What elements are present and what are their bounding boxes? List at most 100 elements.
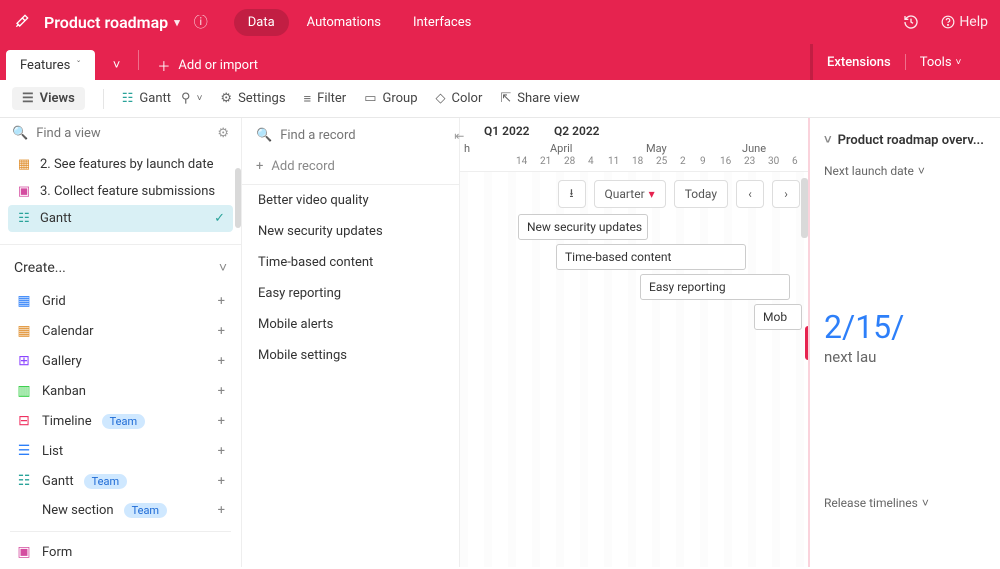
panel-resize-handle[interactable]: [805, 326, 810, 360]
create-section-header[interactable]: Create... ˅: [0, 244, 241, 284]
day-label: 18: [632, 156, 643, 167]
chevron-down-icon: ˅: [918, 164, 925, 178]
gantt-timeline-header: Q1 2022 Q2 2022 h April May June 14 21 2…: [460, 118, 808, 172]
nav-automations[interactable]: Automations: [293, 9, 395, 36]
download-icon: ⭳: [569, 184, 573, 205]
nav-interfaces[interactable]: Interfaces: [399, 9, 485, 36]
history-icon[interactable]: [903, 14, 919, 30]
share-view-button[interactable]: ⇱ Share view: [500, 91, 579, 106]
gantt-icon: ☷: [16, 473, 32, 489]
record-item[interactable]: Easy reporting: [242, 278, 459, 309]
day-label: 25: [656, 156, 667, 167]
day-label: 6: [792, 156, 798, 167]
view-name: Gantt: [139, 91, 171, 106]
create-section[interactable]: New sectionTeam+: [10, 496, 231, 525]
main-area: 🔍 ⚙ ▦ 2. See features by launch date ▣ 3…: [0, 118, 1000, 567]
extensions-header: Extensions Tools ˅: [810, 44, 1000, 80]
chevron-down-icon: ˅: [956, 57, 962, 68]
create-gantt[interactable]: ☷GanttTeam+: [10, 466, 231, 496]
gear-icon[interactable]: ⚙: [217, 126, 229, 141]
create-item-label: List: [42, 444, 63, 459]
gantt-bar[interactable]: Easy reporting: [640, 274, 790, 300]
group-button[interactable]: ▭ Group: [364, 91, 417, 106]
day-label: 14: [516, 156, 527, 167]
chevron-down-icon: ▾: [649, 187, 655, 201]
create-timeline[interactable]: ⊟TimelineTeam+: [10, 406, 231, 436]
create-item-label: Gallery: [42, 354, 82, 369]
team-badge: Team: [102, 414, 146, 429]
info-icon[interactable]: ⓘ: [194, 12, 208, 32]
color-button[interactable]: ◇ Color: [436, 91, 483, 106]
menu-icon: ☰: [22, 91, 34, 106]
settings-label: Settings: [238, 91, 285, 106]
create-grid[interactable]: ▦Grid+: [10, 286, 231, 316]
create-label: Create...: [14, 260, 66, 276]
add-record-button[interactable]: + Add record: [242, 153, 459, 185]
record-list: 🔍 ⇤ + Add record Better video quality Ne…: [242, 118, 460, 567]
views-toggle[interactable]: ☰ Views: [12, 87, 85, 110]
color-icon: ◇: [436, 91, 446, 106]
gantt-body[interactable]: ⭳ Quarter▾ Today ‹ › New security update…: [460, 172, 808, 567]
create-item-label: Calendar: [42, 324, 94, 339]
record-search-input[interactable]: [280, 128, 446, 143]
app-header: Product roadmap ▾ ⓘ Data Automations Int…: [0, 0, 1000, 44]
add-table-button[interactable]: ＋ Add or import: [147, 50, 268, 80]
tab-features[interactable]: Features ˇ: [6, 50, 95, 80]
gear-icon: ⚙: [220, 91, 232, 106]
month-label: April: [550, 142, 572, 155]
record-item[interactable]: Better video quality: [242, 185, 459, 216]
views-label: Views: [40, 91, 75, 106]
next-launch-section[interactable]: Next launch date ˅: [824, 160, 986, 188]
scrollbar[interactable]: [235, 168, 241, 228]
record-item[interactable]: Time-based content: [242, 247, 459, 278]
scrollbar[interactable]: [801, 178, 808, 238]
day-label: 4: [588, 156, 594, 167]
chevron-down-icon: ˅: [197, 93, 203, 104]
gantt-icon: ☷: [122, 91, 134, 106]
record-item[interactable]: New security updates: [242, 216, 459, 247]
view-list: ▦ 2. See features by launch date ▣ 3. Co…: [0, 149, 241, 238]
extensions-tab[interactable]: Extensions: [827, 55, 891, 70]
view-switcher[interactable]: ☷ Gantt ⚲ ˅: [122, 91, 203, 106]
today-button[interactable]: Today: [674, 180, 728, 208]
nav-data[interactable]: Data: [234, 9, 289, 36]
tab-menu-button[interactable]: ˅: [103, 50, 131, 80]
tools-menu[interactable]: Tools ˅: [920, 55, 962, 70]
create-list[interactable]: ☰List+: [10, 436, 231, 466]
create-calendar[interactable]: ▦Calendar+: [10, 316, 231, 346]
gantt-bar[interactable]: New security updates: [518, 214, 648, 240]
filter-button[interactable]: ≡ Filter: [304, 91, 347, 107]
download-button[interactable]: ⭳: [558, 180, 586, 208]
extension-header[interactable]: ˅ Product roadmap overv...: [824, 128, 986, 160]
sidebar-view-submissions[interactable]: ▣ 3. Collect feature submissions: [8, 178, 233, 205]
sidebar-view-gantt[interactable]: ☷ Gantt ✓: [8, 205, 233, 232]
base-title[interactable]: Product roadmap ▾: [44, 13, 180, 32]
gantt-bar[interactable]: Mob: [754, 304, 802, 330]
help-button[interactable]: Help: [941, 14, 988, 30]
create-item-label: Grid: [42, 294, 66, 309]
scale-selector[interactable]: Quarter▾: [594, 180, 666, 208]
create-gallery[interactable]: ⊞Gallery+: [10, 346, 231, 376]
view-label: 2. See features by launch date: [40, 157, 213, 172]
release-timelines-section[interactable]: Release timelines ˅: [824, 496, 986, 510]
create-item-label: Timeline: [42, 414, 92, 429]
settings-button[interactable]: ⚙ Settings: [220, 91, 285, 106]
sidebar-view-launch-date[interactable]: ▦ 2. See features by launch date: [8, 151, 233, 178]
prev-button[interactable]: ‹: [736, 180, 764, 208]
record-item[interactable]: Mobile alerts: [242, 309, 459, 340]
day-label: 28: [564, 156, 575, 167]
plus-icon: +: [218, 474, 225, 489]
team-badge: Team: [124, 503, 168, 518]
quarter-label: Q2 2022: [554, 124, 600, 138]
next-launch-label: Next launch date: [824, 164, 914, 178]
create-form[interactable]: ▣Form: [10, 531, 231, 567]
gantt-bar[interactable]: Time-based content: [556, 244, 746, 270]
next-button[interactable]: ›: [772, 180, 800, 208]
create-kanban[interactable]: ▥Kanban+: [10, 376, 231, 406]
view-search-input[interactable]: [36, 126, 209, 141]
view-label: 3. Collect feature submissions: [40, 184, 215, 199]
day-label: 21: [540, 156, 551, 167]
day-label: 11: [608, 156, 619, 167]
record-item[interactable]: Mobile settings: [242, 340, 459, 371]
tab-features-label: Features: [20, 58, 70, 73]
